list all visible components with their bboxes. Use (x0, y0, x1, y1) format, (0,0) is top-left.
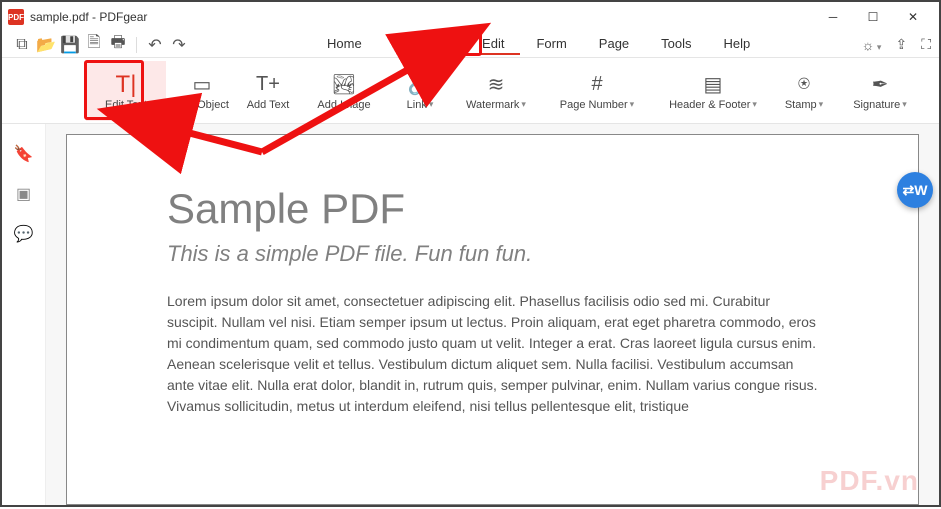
tab-form[interactable]: Form (520, 34, 582, 55)
tab-help[interactable]: Help (708, 34, 767, 55)
watermark-button[interactable]: ≋ Watermark (456, 61, 536, 121)
tab-edit[interactable]: Edit (466, 34, 520, 55)
edit-ribbon: T| Edit Text ▭ Edit Object T+ Add Text 🏞… (2, 58, 939, 124)
top-toolbar: ⧉ 📂 💾 🗎 🖶 ↶ ↷ Home Comment Edit Form Pag… (2, 32, 939, 58)
minimize-button[interactable]: ─ (813, 3, 853, 31)
signature-icon: ✒ (872, 71, 889, 99)
add-text-button[interactable]: T+ Add Text (238, 61, 298, 121)
doc-body-text: Lorem ipsum dolor sit amet, consectetuer… (167, 291, 818, 417)
signature-label: Signature (853, 99, 907, 111)
content-area: 🔖 ▣ 💬 Sample PDF This is a simple PDF fi… (2, 124, 939, 505)
maximize-button[interactable]: ☐ (853, 3, 893, 31)
add-text-icon: T+ (256, 71, 280, 99)
tab-comment[interactable]: Comment (378, 34, 466, 55)
watermark-text: PDF.vn (820, 465, 919, 497)
document-viewport: Sample PDF This is a simple PDF file. Fu… (46, 124, 939, 505)
doc-heading-1: Sample PDF (167, 185, 818, 233)
comments-icon[interactable]: 💬 (14, 224, 34, 244)
tab-tools[interactable]: Tools (645, 34, 707, 55)
add-image-button[interactable]: 🏞 Add Image (304, 61, 384, 121)
title-bar: PDF sample.pdf - PDFgear ─ ☐ ✕ (2, 2, 939, 32)
link-button[interactable]: 🔗 Link (390, 61, 450, 121)
close-button[interactable]: ✕ (893, 3, 933, 31)
print-icon[interactable]: 🖶 (108, 35, 128, 55)
main-tabs: Home Comment Edit Form Page Tools Help (311, 34, 766, 55)
edit-text-button[interactable]: T| Edit Text (86, 61, 166, 121)
redo-icon[interactable]: ↷ (169, 35, 189, 55)
share-icon[interactable]: ⇪ (895, 36, 907, 53)
edit-object-button[interactable]: ▭ Edit Object (172, 61, 232, 121)
header-footer-button[interactable]: ▤ Header & Footer (658, 61, 768, 121)
save-icon[interactable]: 💾 (60, 35, 80, 55)
edit-object-icon: ▭ (193, 71, 212, 99)
window-title: sample.pdf - PDFgear (30, 10, 147, 24)
edit-text-label: Edit Text (105, 99, 147, 111)
pdf-page[interactable]: Sample PDF This is a simple PDF file. Fu… (66, 134, 919, 505)
tab-home[interactable]: Home (311, 34, 378, 55)
watermark-icon: ≋ (488, 71, 505, 99)
fullscreen-icon[interactable]: ⛶ (921, 36, 931, 53)
header-footer-label: Header & Footer (669, 99, 757, 111)
link-icon: 🔗 (408, 71, 433, 99)
word-icon: ⇄W (903, 182, 928, 199)
window-controls: ─ ☐ ✕ (813, 3, 933, 31)
add-image-label: Add Image (317, 99, 370, 111)
add-text-label: Add Text (247, 99, 290, 111)
brightness-icon[interactable]: ☼ (862, 37, 882, 53)
edit-text-icon: T| (116, 71, 137, 99)
tab-page[interactable]: Page (583, 34, 645, 55)
page-number-icon: # (591, 71, 602, 99)
stamp-button[interactable]: ⍟ Stamp (774, 61, 834, 121)
edit-object-label: Edit Object (175, 99, 229, 111)
add-image-icon: 🏞 (331, 71, 356, 99)
stamp-label: Stamp (785, 99, 823, 111)
undo-icon[interactable]: ↶ (145, 35, 165, 55)
header-footer-icon: ▤ (704, 71, 723, 99)
open-file-icon[interactable]: 📂 (36, 35, 56, 55)
separator (136, 37, 137, 53)
stamp-icon: ⍟ (798, 71, 810, 99)
app-icon: PDF (8, 9, 24, 25)
page-number-button[interactable]: # Page Number (542, 61, 652, 121)
new-file-icon[interactable]: ⧉ (12, 35, 32, 55)
left-sidebar: 🔖 ▣ 💬 (2, 124, 46, 505)
doc-heading-2: This is a simple PDF file. Fun fun fun. (167, 241, 818, 267)
thumbnails-icon[interactable]: ▣ (16, 184, 31, 204)
link-label: Link (407, 99, 434, 111)
save-as-icon[interactable]: 🗎 (84, 35, 104, 55)
page-number-label: Page Number (560, 99, 634, 111)
right-icons: ☼ ⇪ ⛶ (862, 36, 931, 53)
convert-to-word-badge[interactable]: ⇄W (897, 172, 933, 208)
bookmark-icon[interactable]: 🔖 (14, 144, 34, 164)
signature-button[interactable]: ✒ Signature (840, 61, 920, 121)
watermark-label: Watermark (466, 99, 526, 111)
